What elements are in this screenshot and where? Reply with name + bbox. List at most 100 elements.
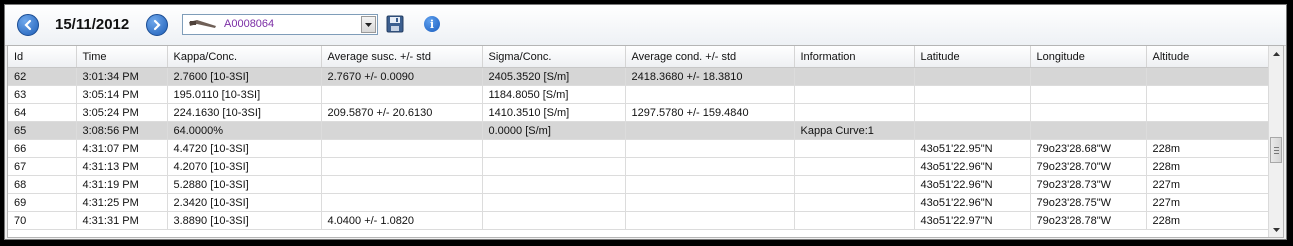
column-header-kappa[interactable]: Kappa/Conc. — [167, 46, 322, 68]
device-select[interactable]: A0008064 — [182, 14, 378, 35]
cell-time: 4:31:31 PM — [76, 211, 168, 230]
cell-kappa: 2.3420 [10-3SI] — [167, 193, 322, 212]
cell-latitude — [914, 103, 1031, 122]
cell-latitude — [914, 67, 1031, 86]
chevron-down-icon[interactable] — [361, 16, 376, 33]
current-date: 15/11/2012 — [55, 16, 130, 33]
cell-longitude — [1030, 103, 1147, 122]
cell-avg-susc — [321, 85, 483, 104]
cell-information: Kappa Curve:1 — [794, 121, 915, 140]
table-row[interactable]: 62 3:01:34 PM 2.7600 [10-3SI] 2.7670 +/- 0.… — [8, 67, 1270, 86]
cell-latitude — [914, 121, 1031, 140]
cell-avg-susc: 209.5870 +/- 20.6130 — [321, 103, 483, 122]
tool-probe-icon — [189, 20, 216, 28]
cell-information — [794, 67, 915, 86]
cell-id: 70 — [8, 211, 77, 230]
window-frame: 15/11/2012 A0008064 i Id Time Kappa/Conc… — [4, 4, 1287, 240]
cell-avg-cond — [625, 193, 795, 212]
table-row[interactable]: 69 4:31:25 PM 2.3420 [10-3SI] 43o51'22.96"N… — [8, 193, 1270, 212]
column-header-avg-cond[interactable]: Average cond. +/- std — [625, 46, 795, 68]
cell-longitude — [1030, 85, 1147, 104]
cell-time: 3:01:34 PM — [76, 67, 168, 86]
cell-sigma — [482, 193, 626, 212]
column-header-time[interactable]: Time — [76, 46, 168, 68]
cell-altitude — [1146, 121, 1270, 140]
data-grid: Id Time Kappa/Conc. Average susc. +/- st… — [7, 45, 1284, 238]
cell-avg-susc — [321, 193, 483, 212]
cell-altitude: 228m — [1146, 211, 1270, 230]
cell-avg-susc — [321, 121, 483, 140]
scroll-down-icon[interactable] — [1269, 222, 1283, 237]
cell-avg-susc: 2.7670 +/- 0.0090 — [321, 67, 483, 86]
cell-time: 4:31:25 PM — [76, 193, 168, 212]
column-header-altitude[interactable]: Altitude — [1146, 46, 1270, 68]
cell-sigma — [482, 139, 626, 158]
vertical-scrollbar[interactable] — [1268, 46, 1283, 237]
cell-time: 3:08:56 PM — [76, 121, 168, 140]
cell-id: 66 — [8, 139, 77, 158]
cell-latitude: 43o51'22.96"N — [914, 175, 1031, 194]
cell-id: 65 — [8, 121, 77, 140]
cell-information — [794, 157, 915, 176]
cell-avg-cond — [625, 121, 795, 140]
table-row[interactable]: 67 4:31:13 PM 4.2070 [10-3SI] 43o51'22.96"N… — [8, 157, 1270, 176]
cell-latitude: 43o51'22.95"N — [914, 139, 1031, 158]
arrow-left-circle-icon[interactable] — [17, 14, 39, 36]
readings-table: Id Time Kappa/Conc. Average susc. +/- st… — [8, 46, 1270, 230]
column-header-avg-susc[interactable]: Average susc. +/- std — [321, 46, 483, 68]
cell-kappa: 4.4720 [10-3SI] — [167, 139, 322, 158]
device-select-value: A0008064 — [224, 18, 275, 30]
cell-information — [794, 193, 915, 212]
cell-id: 69 — [8, 193, 77, 212]
cell-id: 64 — [8, 103, 77, 122]
cell-id: 68 — [8, 175, 77, 194]
cell-kappa: 3.8890 [10-3SI] — [167, 211, 322, 230]
cell-sigma — [482, 211, 626, 230]
cell-sigma: 1410.3510 [S/m] — [482, 103, 626, 122]
cell-altitude: 228m — [1146, 157, 1270, 176]
cell-longitude — [1030, 121, 1147, 140]
cell-altitude — [1146, 67, 1270, 86]
scroll-up-icon[interactable] — [1269, 46, 1283, 61]
cell-avg-susc — [321, 139, 483, 158]
cell-information — [794, 103, 915, 122]
cell-longitude: 79o23'28.78"W — [1030, 211, 1147, 230]
table-row[interactable]: 65 3:08:56 PM 64.0000% 0.0000 [S/m] Kappa Cu… — [8, 121, 1270, 140]
cell-kappa: 195.0110 [10-3SI] — [167, 85, 322, 104]
cell-time: 4:31:07 PM — [76, 139, 168, 158]
arrow-right-circle-icon[interactable] — [146, 14, 168, 36]
cell-time: 3:05:14 PM — [76, 85, 168, 104]
column-header-longitude[interactable]: Longitude — [1030, 46, 1147, 68]
cell-avg-susc — [321, 157, 483, 176]
cell-information — [794, 211, 915, 230]
cell-kappa: 224.1630 [10-3SI] — [167, 103, 322, 122]
cell-latitude: 43o51'22.97"N — [914, 211, 1031, 230]
cell-sigma: 1184.8050 [S/m] — [482, 85, 626, 104]
cell-sigma: 2405.3520 [S/m] — [482, 67, 626, 86]
cell-altitude — [1146, 85, 1270, 104]
cell-longitude: 79o23'28.75"W — [1030, 193, 1147, 212]
table-row[interactable]: 68 4:31:19 PM 5.2880 [10-3SI] 43o51'22.96"N… — [8, 175, 1270, 194]
column-header-sigma[interactable]: Sigma/Conc. — [482, 46, 626, 68]
table-row[interactable]: 66 4:31:07 PM 4.4720 [10-3SI] 43o51'22.95"N… — [8, 139, 1270, 158]
cell-altitude — [1146, 103, 1270, 122]
column-header-latitude[interactable]: Latitude — [914, 46, 1031, 68]
cell-id: 63 — [8, 85, 77, 104]
info-icon[interactable]: i — [424, 16, 440, 32]
cell-longitude: 79o23'28.68"W — [1030, 139, 1147, 158]
cell-information — [794, 139, 915, 158]
cell-id: 62 — [8, 67, 77, 86]
table-row[interactable]: 70 4:31:31 PM 3.8890 [10-3SI] 4.0400 +/- 1.… — [8, 211, 1270, 230]
table-row[interactable]: 63 3:05:14 PM 195.0110 [10-3SI] 1184.8050 [… — [8, 85, 1270, 104]
table-row[interactable]: 64 3:05:24 PM 224.1630 [10-3SI] 209.5870 +/… — [8, 103, 1270, 122]
floppy-disk-icon[interactable] — [386, 15, 404, 33]
cell-avg-susc: 4.0400 +/- 1.0820 — [321, 211, 483, 230]
table-header-row: Id Time Kappa/Conc. Average susc. +/- st… — [8, 46, 1270, 68]
cell-avg-cond — [625, 211, 795, 230]
cell-kappa: 5.2880 [10-3SI] — [167, 175, 322, 194]
cell-avg-susc — [321, 175, 483, 194]
cell-avg-cond — [625, 175, 795, 194]
column-header-id[interactable]: Id — [8, 46, 77, 68]
column-header-information[interactable]: Information — [794, 46, 915, 68]
scroll-thumb[interactable] — [1270, 137, 1282, 163]
